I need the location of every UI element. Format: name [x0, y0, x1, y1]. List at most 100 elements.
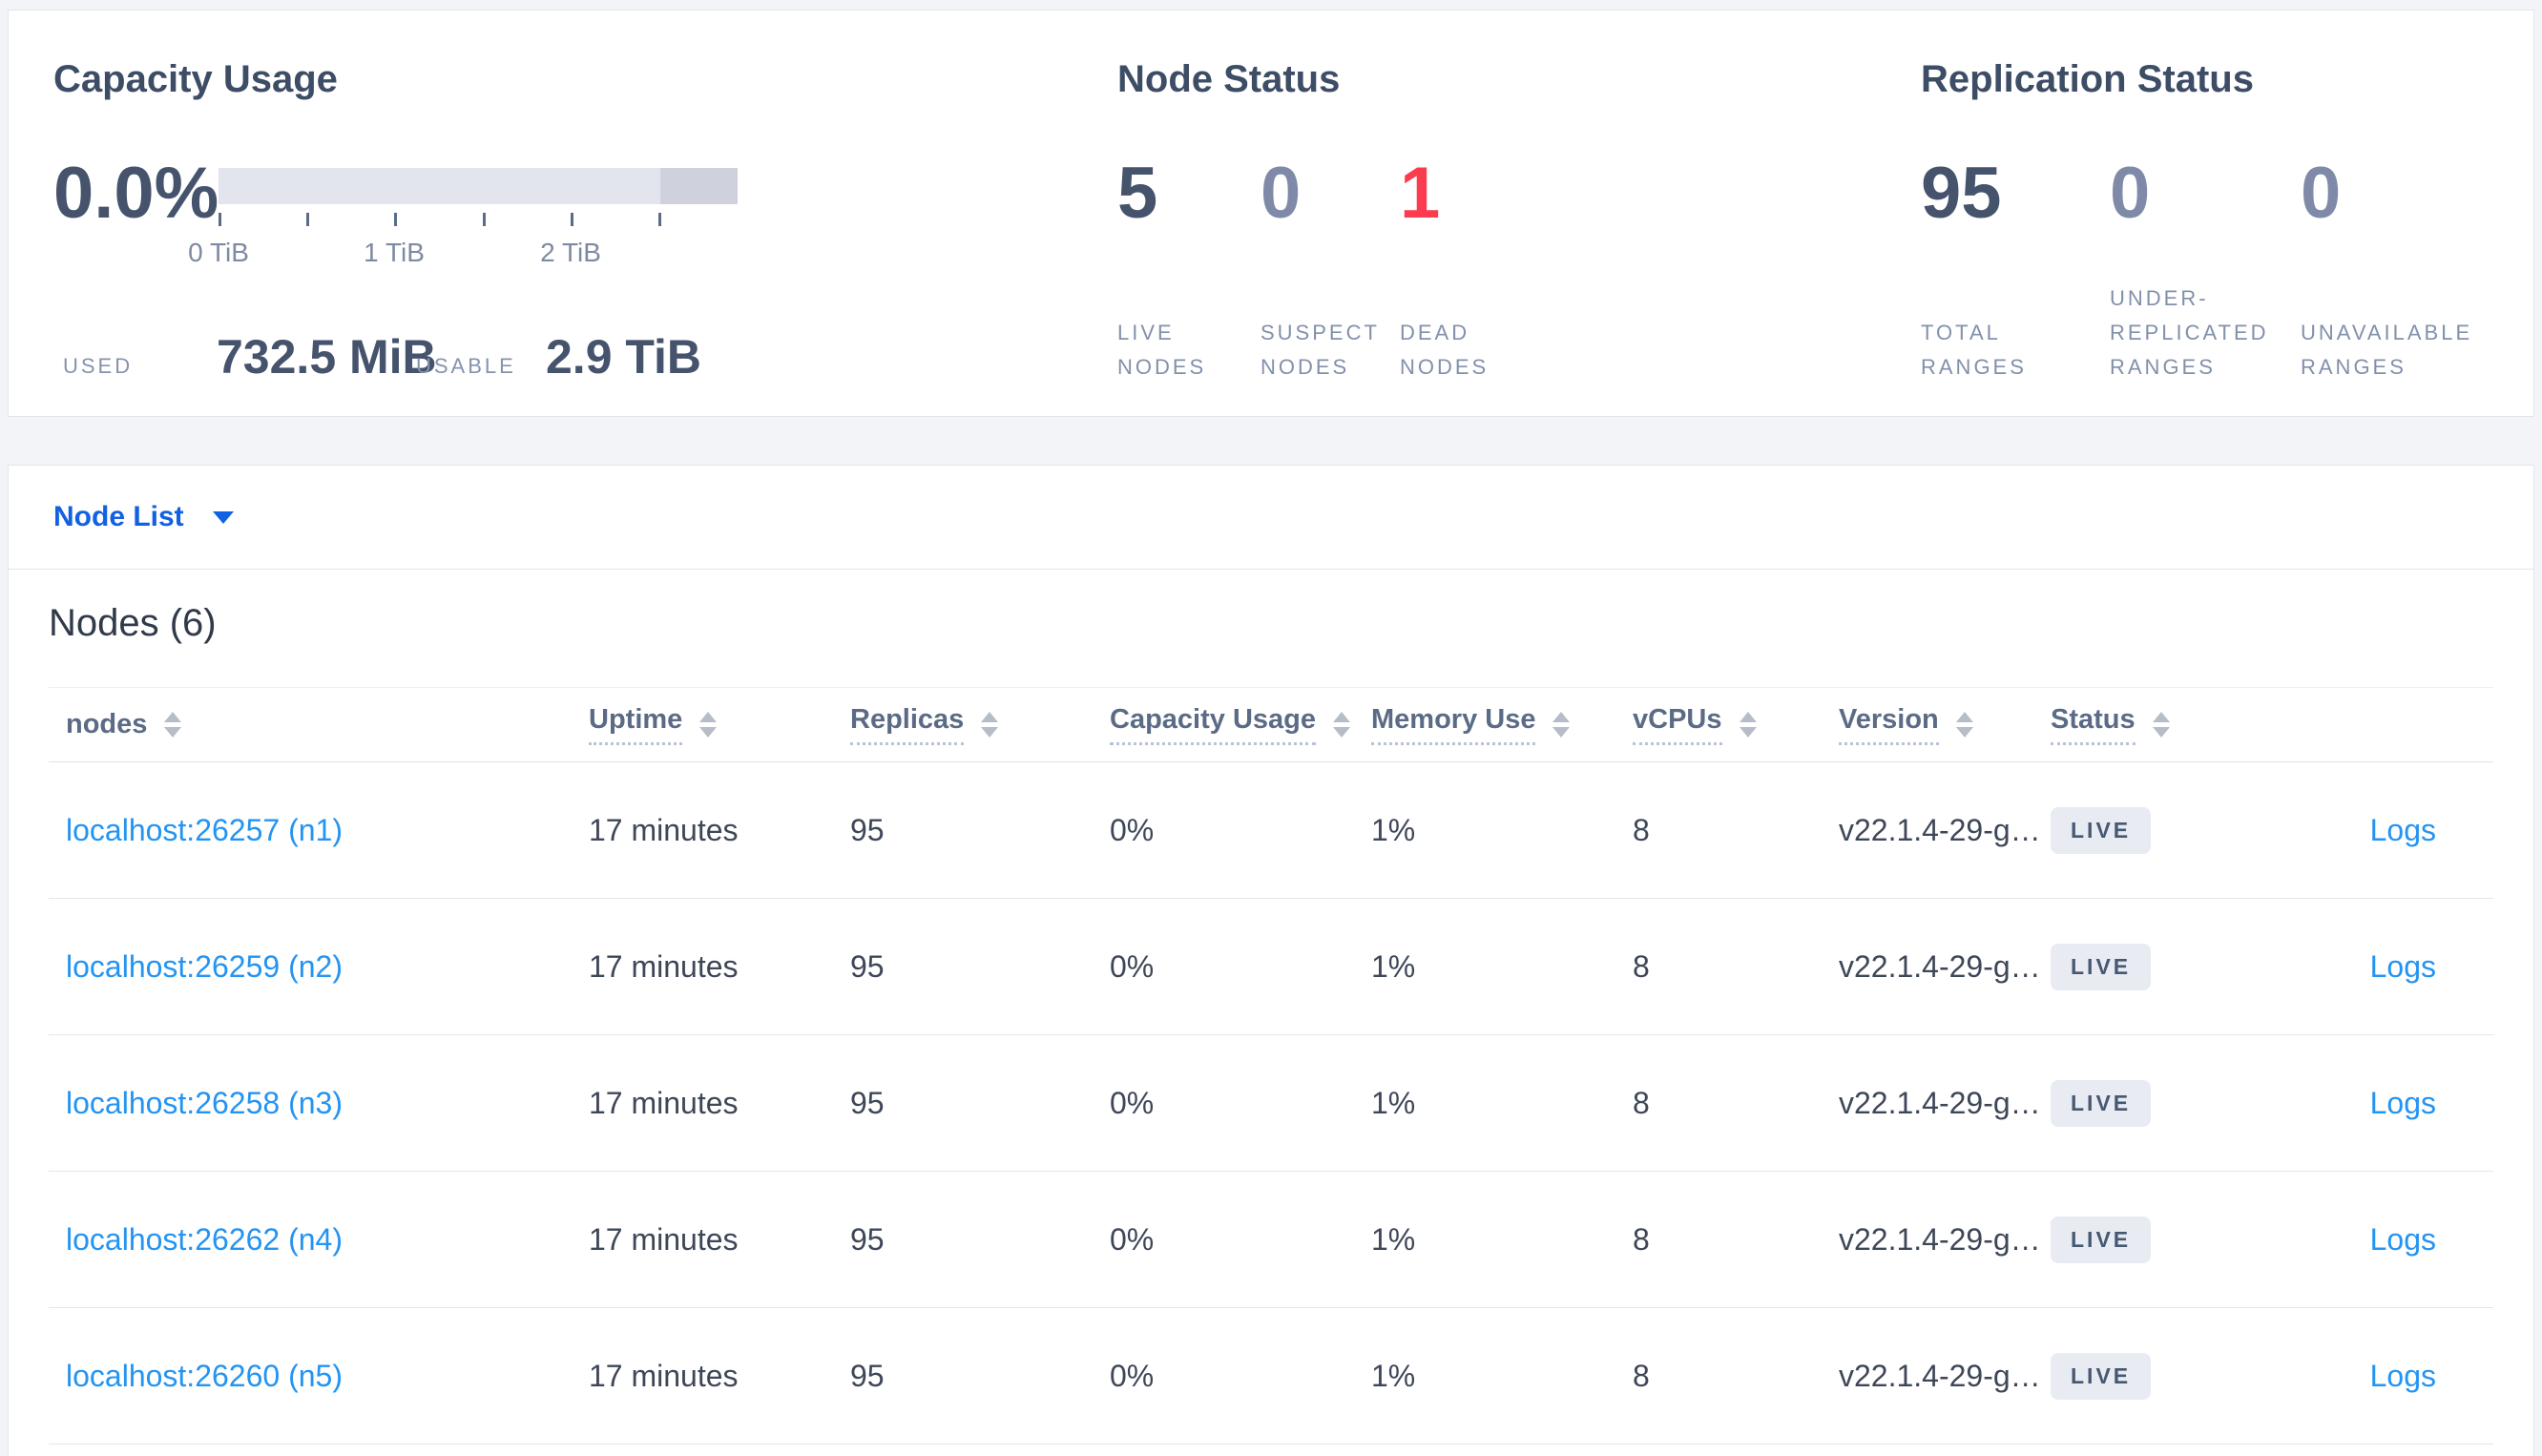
column-header-label: nodes	[66, 709, 148, 739]
used-label: USED	[63, 354, 134, 378]
stat-column: 1 DEAD NODES	[1400, 154, 1562, 385]
column-header-replicas[interactable]: Replicas	[850, 704, 1110, 745]
usable-label: USABLE	[416, 354, 516, 378]
stat-label: DEAD NODES	[1400, 321, 1490, 379]
nodes-table-header-row: nodes Uptime Replicas Capacity Usage Memory …	[49, 688, 2493, 762]
stat-label: SUSPECT NODES	[1261, 321, 1380, 379]
column-header-capacity-usage[interactable]: Capacity Usage	[1110, 704, 1371, 745]
logs-link[interactable]: Logs	[2370, 949, 2436, 984]
stat-label: LIVE NODES	[1117, 321, 1207, 379]
replicas-cell: 95	[850, 1358, 885, 1393]
memory-cell: 1%	[1371, 812, 1416, 847]
nodes-table-panel: Nodes (6) nodes Uptime Replicas Capacity Us…	[8, 569, 2534, 1456]
vcpus-cell: 8	[1633, 1221, 1650, 1257]
stat-value: 0	[2110, 153, 2151, 234]
uptime-cell: 17 minutes	[589, 1358, 739, 1393]
view-switcher-bar: Node List	[8, 465, 2534, 570]
column-header-memory-use[interactable]: Memory Use	[1371, 704, 1633, 745]
usable-value: 2.9 TiB	[546, 330, 702, 384]
column-header-label: Uptime	[589, 704, 683, 745]
capacity-bar-reserved-segment	[660, 168, 738, 204]
memory-cell: 1%	[1371, 1358, 1416, 1393]
axis-tick	[571, 213, 573, 226]
sort-icon	[1552, 712, 1571, 738]
table-row: localhost:26260 (n5) 17 minutes 95 0% 1% 8 v22…	[49, 1308, 2493, 1445]
stat-label: TOTAL RANGES	[1921, 321, 2027, 379]
sort-icon	[699, 712, 718, 738]
node-address-link[interactable]: localhost:26259 (n2)	[66, 949, 589, 985]
table-row: localhost:26259 (n2) 17 minutes 95 0% 1% 8 v22…	[49, 899, 2493, 1035]
status-cell: LIVE	[2051, 1352, 2215, 1400]
stat-label: UNAVAILABLE RANGES	[2301, 321, 2473, 379]
column-header-nodes[interactable]: nodes	[66, 709, 589, 740]
node-status-title: Node Status	[1117, 58, 1341, 100]
column-header-label: vCPUs	[1633, 704, 1722, 745]
stat-column: 5 LIVE NODES	[1117, 154, 1261, 385]
logs-link[interactable]: Logs	[2370, 813, 2436, 847]
capacity-cell: 0%	[1110, 812, 1155, 847]
stat-value: 0	[1261, 153, 1302, 234]
stat-column: 0 UNDER-REPLICATED RANGES	[2110, 154, 2301, 385]
uptime-cell: 17 minutes	[589, 1085, 739, 1120]
chevron-down-icon	[212, 510, 234, 524]
stat-column: 0 UNAVAILABLE RANGES	[2301, 154, 2511, 385]
vcpus-cell: 8	[1633, 812, 1650, 847]
axis-tick-label: 0 TiB	[188, 238, 249, 267]
replicas-cell: 95	[850, 948, 885, 984]
version-cell: v22.1.4-29-g…	[1839, 812, 2041, 847]
node-status-stats: 5 LIVE NODES 0 SUSPECT NODES 1 DEAD NODES	[1117, 154, 1562, 385]
node-address-link[interactable]: localhost:26262 (n4)	[66, 1222, 589, 1258]
logs-link[interactable]: Logs	[2370, 1086, 2436, 1120]
logs-cell: Logs	[2215, 1222, 2436, 1258]
sort-icon	[2152, 712, 2170, 738]
axis-tick	[658, 213, 661, 226]
version-cell: v22.1.4-29-g…	[1839, 1085, 2041, 1120]
axis-tick	[483, 213, 486, 226]
axis-tick	[306, 213, 309, 226]
used-value: 732.5 MiB	[217, 330, 437, 384]
stat-value: 95	[1921, 153, 2002, 234]
sort-icon	[164, 712, 182, 738]
replication-status-stats: 95 TOTAL RANGES 0 UNDER-REPLICATED RANGES 0 U…	[1921, 154, 2511, 385]
column-header-label: Memory Use	[1371, 704, 1536, 745]
logs-link[interactable]: Logs	[2370, 1359, 2436, 1393]
uptime-cell: 17 minutes	[589, 1221, 739, 1257]
logs-cell: Logs	[2215, 1086, 2436, 1121]
axis-tick	[219, 213, 221, 226]
nodes-table-heading: Nodes (6)	[49, 602, 217, 644]
status-cell: LIVE	[2051, 1216, 2215, 1263]
logs-cell: Logs	[2215, 1359, 2436, 1394]
logs-link[interactable]: Logs	[2370, 1222, 2436, 1257]
replicas-cell: 95	[850, 1221, 885, 1257]
column-header-uptime[interactable]: Uptime	[589, 704, 850, 745]
node-list-dropdown-label: Node List	[53, 501, 184, 532]
version-cell: v22.1.4-29-g…	[1839, 1221, 2041, 1257]
column-header-status[interactable]: Status	[2051, 704, 2215, 745]
sort-icon	[1955, 712, 1973, 738]
status-cell: LIVE	[2051, 943, 2215, 990]
nodes-table-body: localhost:26257 (n1) 17 minutes 95 0% 1% 8 v22…	[49, 762, 2493, 1445]
column-header-version[interactable]: Version	[1839, 704, 2051, 745]
stat-value: 1	[1400, 153, 1441, 234]
uptime-cell: 17 minutes	[589, 812, 739, 847]
table-row: localhost:26262 (n4) 17 minutes 95 0% 1% 8 v22…	[49, 1172, 2493, 1308]
sort-icon	[1739, 712, 1757, 738]
status-cell: LIVE	[2051, 806, 2215, 854]
table-row: localhost:26257 (n1) 17 minutes 95 0% 1% 8 v22…	[49, 762, 2493, 899]
node-address-link[interactable]: localhost:26258 (n3)	[66, 1086, 589, 1121]
node-address-link[interactable]: localhost:26260 (n5)	[66, 1359, 589, 1394]
memory-cell: 1%	[1371, 1085, 1416, 1120]
column-header-label: Replicas	[850, 704, 965, 745]
node-list-dropdown[interactable]: Node List	[53, 501, 234, 533]
axis-tick-label: 1 TiB	[364, 238, 425, 267]
uptime-cell: 17 minutes	[589, 948, 739, 984]
axis-tick	[394, 213, 397, 226]
memory-cell: 1%	[1371, 1221, 1416, 1257]
column-header-label: Status	[2051, 704, 2136, 745]
column-header-vcpus[interactable]: vCPUs	[1633, 704, 1839, 745]
node-address-link[interactable]: localhost:26257 (n1)	[66, 813, 589, 848]
column-header-label: Version	[1839, 704, 1939, 745]
status-badge: LIVE	[2051, 1079, 2152, 1127]
cluster-summary-panel: Capacity Usage 0.0% 0 TiB 1 TiB 2 TiB USED…	[8, 10, 2534, 417]
replicas-cell: 95	[850, 812, 885, 847]
